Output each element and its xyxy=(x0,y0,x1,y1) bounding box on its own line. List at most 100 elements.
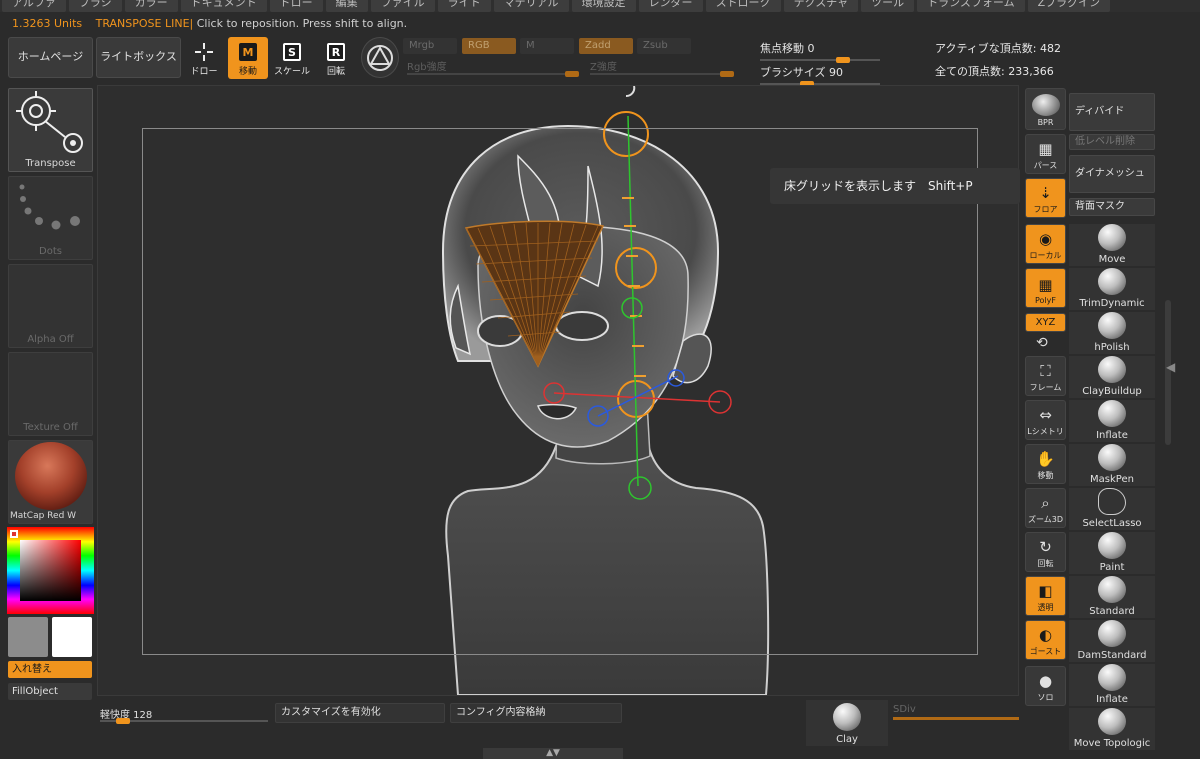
brush-standard[interactable]: Standard xyxy=(1069,576,1155,618)
zadd-toggle[interactable]: Zadd xyxy=(579,38,633,54)
floor-grid-frame xyxy=(142,128,978,655)
material-slot[interactable]: MatCap Red W xyxy=(8,440,93,524)
brush-selectlasso[interactable]: SelectLasso xyxy=(1069,488,1155,530)
menu-item[interactable]: ブラシ xyxy=(68,0,122,12)
z-intensity-slider[interactable]: Z強度 xyxy=(590,61,734,77)
menu-item[interactable]: レンダー xyxy=(638,0,703,12)
lsym-button[interactable]: ⇔ Lシメトリ xyxy=(1025,400,1066,440)
dots-label: Dots xyxy=(39,246,62,257)
damstandard-brush-icon xyxy=(1098,620,1126,647)
transparent-button[interactable]: ◧ 透明 xyxy=(1025,576,1066,616)
backface-mask-button[interactable]: 背面マスク xyxy=(1069,198,1155,216)
collapse-arrow-icon[interactable]: ◀ xyxy=(1166,360,1175,374)
brush-maskpen[interactable]: MaskPen xyxy=(1069,444,1155,486)
rotate-tool-button[interactable]: R 回転 xyxy=(316,37,356,79)
draw-label: ドロー xyxy=(190,67,218,77)
menu-item[interactable]: ライト xyxy=(437,0,491,12)
viewport-canvas[interactable]: 床グリッドを表示します Shift+P xyxy=(97,85,1020,696)
bottom-expand-arrows-icon[interactable]: ▲▼ xyxy=(483,748,623,759)
brush-label: Standard xyxy=(1089,606,1135,617)
draw-size-slider[interactable]: ブラシサイズ 90 xyxy=(760,64,880,87)
color-picker-handle[interactable] xyxy=(10,530,18,538)
brush-claybuildup[interactable]: ClayBuildup xyxy=(1069,356,1155,398)
lazy-mouse-slider[interactable]: 軽快度 128 xyxy=(100,706,268,724)
lightbox-button[interactable]: ライトボックス xyxy=(96,37,181,78)
texture-slot[interactable]: Texture Off xyxy=(8,352,93,436)
perspective-button[interactable]: ▦ パース xyxy=(1025,134,1066,174)
menu-item[interactable]: ストローク xyxy=(705,0,781,12)
menu-item[interactable]: ドロー xyxy=(269,0,323,12)
edit-mode-button[interactable] xyxy=(361,37,399,78)
zoom3d-button[interactable]: ⌕ ズーム3D xyxy=(1025,488,1066,528)
divide-button[interactable]: ディバイド xyxy=(1069,93,1155,131)
delete-lower-button[interactable]: 低レベル削除 xyxy=(1069,134,1155,150)
focal-shift-slider[interactable]: 焦点移動 0 xyxy=(760,40,880,63)
total-points-count: 全ての頂点数: 233,366 xyxy=(935,65,1054,78)
claybuildup-brush-icon xyxy=(1098,356,1126,383)
clay-brush-slot[interactable]: Clay xyxy=(806,700,888,746)
floor-button[interactable]: ⇣ フロア xyxy=(1025,178,1066,218)
brush-paint[interactable]: Paint xyxy=(1069,532,1155,574)
secondary-color-swatch[interactable] xyxy=(52,617,92,657)
brush-damstandard[interactable]: DamStandard xyxy=(1069,620,1155,662)
rgb-toggle[interactable]: RGB xyxy=(462,38,516,54)
brush-trimdynamic[interactable]: TrimDynamic xyxy=(1069,268,1155,310)
dynamesh-button[interactable]: ダイナメッシュ xyxy=(1069,155,1155,193)
m-toggle[interactable]: M xyxy=(520,38,574,54)
brush-inflate-2[interactable]: Inflate xyxy=(1069,664,1155,706)
menu-item[interactable]: テクスチャ xyxy=(783,0,859,12)
homepage-button[interactable]: ホームページ xyxy=(8,37,93,78)
move-view-label: 移動 xyxy=(1037,471,1054,480)
lazy-mouse-knob[interactable] xyxy=(116,718,130,724)
perspective-label: パース xyxy=(1033,161,1058,170)
transpose-brush-slot[interactable]: Transpose xyxy=(8,88,93,172)
color-picker[interactable] xyxy=(7,527,94,614)
color-saturation-square[interactable] xyxy=(20,540,81,601)
draw-tool-button[interactable]: ドロー xyxy=(184,37,224,79)
rgb-intensity-slider[interactable]: Rgb強度 xyxy=(407,61,579,77)
scale-tool-button[interactable]: S スケール xyxy=(272,37,312,79)
brush-move-topologic[interactable]: Move Topologic xyxy=(1069,708,1155,750)
clay-label: Clay xyxy=(836,734,858,745)
brush-move[interactable]: Move xyxy=(1069,224,1155,266)
local-button[interactable]: ◉ ローカル xyxy=(1025,224,1066,264)
main-color-swatch[interactable] xyxy=(8,617,48,657)
brush-label: Paint xyxy=(1099,562,1125,573)
menu-item[interactable]: Zプラグイン xyxy=(1027,0,1111,12)
solo-button[interactable]: ● ソロ xyxy=(1025,666,1066,706)
menu-item[interactable]: カラー xyxy=(124,0,178,12)
menu-item[interactable]: 編集 xyxy=(325,0,368,12)
sdiv-slider[interactable]: SDiv xyxy=(893,704,1019,720)
rgb-intensity-knob[interactable] xyxy=(565,71,579,77)
ghost-button[interactable]: ◐ ゴースト xyxy=(1025,620,1066,660)
frame-button[interactable]: ⛶ フレーム xyxy=(1025,356,1066,396)
mrgb-toggle[interactable]: Mrgb xyxy=(403,38,457,54)
focal-shift-knob[interactable] xyxy=(836,57,850,63)
brush-inflate[interactable]: Inflate xyxy=(1069,400,1155,442)
fill-object-button[interactable]: FillObject xyxy=(8,683,92,700)
brush-hpolish[interactable]: hPolish xyxy=(1069,312,1155,354)
bpr-button[interactable]: BPR xyxy=(1025,88,1066,130)
menu-item[interactable]: マテリアル xyxy=(493,0,569,12)
menu-item[interactable]: ファイル xyxy=(370,0,435,12)
xyz-button[interactable]: XYZ xyxy=(1025,313,1066,332)
swap-colors-button[interactable]: 入れ替え xyxy=(8,661,92,678)
menu-item[interactable]: トランスフォーム xyxy=(917,0,1025,12)
status-line: 1.3263 Units TRANSPOSE LINE| Click to re… xyxy=(12,17,407,30)
store-config-button[interactable]: コンフィグ内容格納 xyxy=(450,703,622,723)
stroke-slot[interactable]: Dots xyxy=(8,176,93,260)
move-view-button[interactable]: ✋ 移動 xyxy=(1025,444,1066,484)
rotate-axis-icon[interactable]: ⟲ xyxy=(1036,335,1048,351)
z-intensity-knob[interactable] xyxy=(720,71,734,77)
alpha-slot[interactable]: Alpha Off xyxy=(8,264,93,348)
rotate-view-button[interactable]: ↻ 回転 xyxy=(1025,532,1066,572)
menu-item[interactable]: 環境設定 xyxy=(571,0,636,12)
menu-item[interactable]: ツール xyxy=(861,0,915,12)
enable-customize-button[interactable]: カスタマイズを有効化 xyxy=(275,703,445,723)
move-tool-button[interactable]: M 移動 xyxy=(228,37,268,79)
zsub-toggle[interactable]: Zsub xyxy=(637,38,691,54)
menu-item[interactable]: ドキュメント xyxy=(180,0,267,12)
polyframe-button[interactable]: ▦ PolyF xyxy=(1025,268,1066,308)
move-label: 移動 xyxy=(238,67,257,77)
menu-item[interactable]: アルファ xyxy=(2,0,66,12)
